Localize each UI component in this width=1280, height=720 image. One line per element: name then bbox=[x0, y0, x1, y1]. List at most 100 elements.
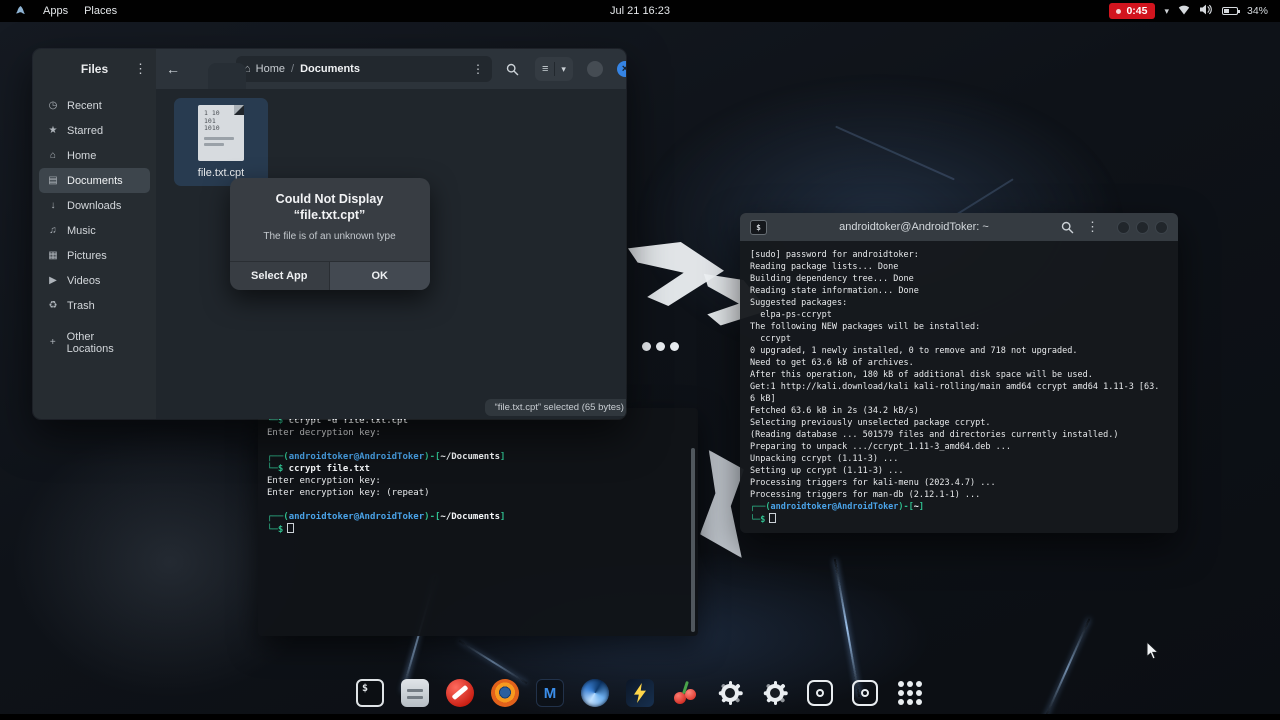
red-circle-app-icon[interactable] bbox=[443, 676, 477, 710]
sidebar-item-videos[interactable]: ▶ Videos bbox=[39, 268, 150, 293]
sidebar-item-home[interactable]: ⌂ Home bbox=[39, 143, 150, 168]
chevron-down-icon: ▾ bbox=[561, 63, 566, 74]
terminal-text: ~/Documents bbox=[440, 452, 501, 462]
trash-icon: ♻ bbox=[48, 300, 58, 311]
sidebar-item-label: Recent bbox=[67, 99, 102, 112]
recording-indicator[interactable]: 0:45 bbox=[1109, 3, 1156, 19]
terminal-line: └─$ bbox=[267, 523, 689, 536]
dock: $ M bbox=[353, 676, 927, 710]
terminal-line: ┌──(androidtoker@AndroidToker)-[~] bbox=[750, 501, 1168, 513]
breadcrumb-home[interactable]: ⌂ Home bbox=[244, 63, 285, 75]
terminal-line: Fetched 63.6 kB in 2s (34.2 kB/s) bbox=[750, 405, 1168, 417]
terminal-text: Preparing to unpack .../ccrypt_1.11-3_am… bbox=[750, 442, 1011, 452]
home-icon: ⌂ bbox=[49, 150, 57, 161]
terminal-search-icon[interactable] bbox=[1061, 221, 1074, 234]
terminal-text: Unpacking ccrypt (1.11-3) ... bbox=[750, 454, 899, 464]
path-menu-icon[interactable]: ⋮ bbox=[472, 62, 484, 76]
file-item-file-txt-cpt[interactable]: 1 10 101 1010 file.txt.cpt bbox=[174, 98, 268, 186]
file-manager-app-icon[interactable] bbox=[398, 676, 432, 710]
file-fold-corner bbox=[234, 105, 244, 115]
apps-menu[interactable]: Apps bbox=[43, 5, 68, 17]
terminal-prompt-glyph: $ bbox=[756, 222, 761, 232]
terminal-line: Reading state information... Done bbox=[750, 285, 1168, 297]
terminal-maximize-button[interactable] bbox=[1136, 220, 1149, 234]
maximize-button[interactable] bbox=[586, 61, 603, 77]
clock[interactable]: Jul 21 16:23 bbox=[610, 5, 670, 17]
battery-fill bbox=[1223, 9, 1229, 13]
kali-logo-icon[interactable] bbox=[14, 5, 27, 18]
back-button[interactable]: ← bbox=[166, 61, 188, 77]
terminal-line: └─$ ccrypt file.txt bbox=[267, 463, 689, 475]
terminal-line: Selecting previously unselected package … bbox=[750, 417, 1168, 429]
other-locations-icon: + bbox=[49, 337, 56, 348]
status-bar: “file.txt.cpt” selected (65 bytes) bbox=[484, 399, 626, 416]
sidebar-item-label: Home bbox=[67, 149, 97, 162]
view-toggle-button[interactable]: ≡ ▾ bbox=[535, 57, 573, 81]
tray-expander-icon[interactable]: ▾ bbox=[1164, 6, 1169, 17]
blue-m-app-icon[interactable]: M bbox=[533, 676, 567, 710]
breadcrumb-current[interactable]: Documents bbox=[300, 63, 360, 75]
sidebar-item-other-locations[interactable]: + Other Locations bbox=[39, 330, 150, 355]
breadcrumb-home-label: Home bbox=[255, 63, 285, 75]
terminal-text: Get:1 http://kali.download/kali kali-rol… bbox=[750, 382, 1160, 392]
terminal-text: └─$ bbox=[267, 464, 284, 474]
volume-icon[interactable] bbox=[1199, 4, 1213, 18]
search-icon[interactable] bbox=[506, 63, 519, 76]
files-headerbar: ← ⌂ Home / Documents ⋮ ≡ ▾ × bbox=[156, 49, 626, 89]
terminal-menu-icon[interactable]: ⋮ bbox=[1086, 219, 1099, 235]
terminal-text: Enter encryption key: bbox=[267, 476, 381, 486]
terminal-text: └─$ bbox=[267, 525, 284, 535]
terminal-text: androidtoker@AndroidToker bbox=[288, 512, 425, 522]
terminal-text: )-[ bbox=[424, 512, 441, 522]
sidebar-menu-icon[interactable]: ⋮ bbox=[134, 61, 147, 77]
top-panel: Apps Places Jul 21 16:23 0:45 ▾ 34% bbox=[0, 0, 1280, 22]
scrollbar[interactable] bbox=[691, 448, 695, 632]
terminal-minimize-button[interactable] bbox=[1117, 220, 1130, 234]
sidebar-item-pictures[interactable]: ▦ Pictures bbox=[39, 243, 150, 268]
sidebar-item-label: Music bbox=[67, 224, 96, 237]
sidebar-item-music[interactable]: ♫ Music bbox=[39, 218, 150, 243]
files-window[interactable]: Files ⋮ ◷ Recent ★ Starred ⌂ Home ▤ Documents ↓ D… bbox=[32, 48, 627, 420]
terminal-window-right[interactable]: $ androidtoker@AndroidToker: ~ ⋮ [sudo] … bbox=[740, 213, 1178, 533]
terminal-line: ┌──(androidtoker@AndroidToker)-[~/Docume… bbox=[267, 451, 689, 463]
cherrytree-app-icon[interactable] bbox=[668, 676, 702, 710]
places-menu[interactable]: Places bbox=[84, 5, 117, 17]
error-dialog: Could Not Display “file.txt.cpt” The fil… bbox=[229, 178, 430, 290]
sidebar-item-starred[interactable]: ★ Starred bbox=[39, 118, 150, 143]
settings-gear-icon-2[interactable] bbox=[758, 676, 792, 710]
downloads-icon: ↓ bbox=[50, 200, 56, 211]
terminal-text: Selecting previously unselected package … bbox=[750, 418, 991, 428]
network-icon[interactable] bbox=[1178, 4, 1190, 18]
firefox-app-icon[interactable] bbox=[488, 676, 522, 710]
close-icon: × bbox=[622, 63, 626, 75]
sidebar-item-trash[interactable]: ♻ Trash bbox=[39, 293, 150, 318]
file-icon-text: 1010 bbox=[204, 124, 220, 132]
sidebar-item-recent[interactable]: ◷ Recent bbox=[39, 93, 150, 118]
sidebar-item-label: Downloads bbox=[67, 199, 122, 212]
close-button[interactable]: × bbox=[616, 61, 626, 77]
ok-button[interactable]: OK bbox=[330, 262, 430, 290]
screenshot-tool-icon-2[interactable] bbox=[848, 676, 882, 710]
select-app-button[interactable]: Select App bbox=[230, 262, 330, 290]
terminal-window-left[interactable]: └─$ ccrypt -d file.txt.cpt Enter decrypti… bbox=[258, 408, 698, 636]
lightning-app-icon[interactable] bbox=[623, 676, 657, 710]
terminal-cursor bbox=[287, 523, 295, 533]
terminal-text: ccrypt bbox=[750, 334, 791, 344]
battery-icon[interactable] bbox=[1221, 7, 1240, 15]
videos-icon: ▶ bbox=[49, 275, 57, 286]
sidebar-item-label: Pictures bbox=[67, 249, 107, 262]
terminal-close-button[interactable] bbox=[1155, 220, 1168, 234]
blue-swirl-app-icon[interactable] bbox=[578, 676, 612, 710]
terminal-text: Building dependency tree... Done bbox=[750, 274, 914, 284]
sidebar-item-documents[interactable]: ▤ Documents bbox=[39, 168, 150, 193]
terminal-text: ] bbox=[500, 452, 506, 462]
app-grid-icon[interactable] bbox=[893, 676, 927, 710]
terminal-titlebar[interactable]: $ androidtoker@AndroidToker: ~ ⋮ bbox=[740, 213, 1178, 241]
settings-gear-icon-1[interactable] bbox=[713, 676, 747, 710]
screenshot-tool-icon-1[interactable] bbox=[803, 676, 837, 710]
terminal-text: ┌──( bbox=[267, 452, 289, 462]
documents-icon: ▤ bbox=[48, 175, 58, 186]
sidebar-item-downloads[interactable]: ↓ Downloads bbox=[39, 193, 150, 218]
terminal-app-icon[interactable]: $ bbox=[353, 676, 387, 710]
terminal-text: Fetched 63.6 kB in 2s (34.2 kB/s) bbox=[750, 406, 919, 416]
